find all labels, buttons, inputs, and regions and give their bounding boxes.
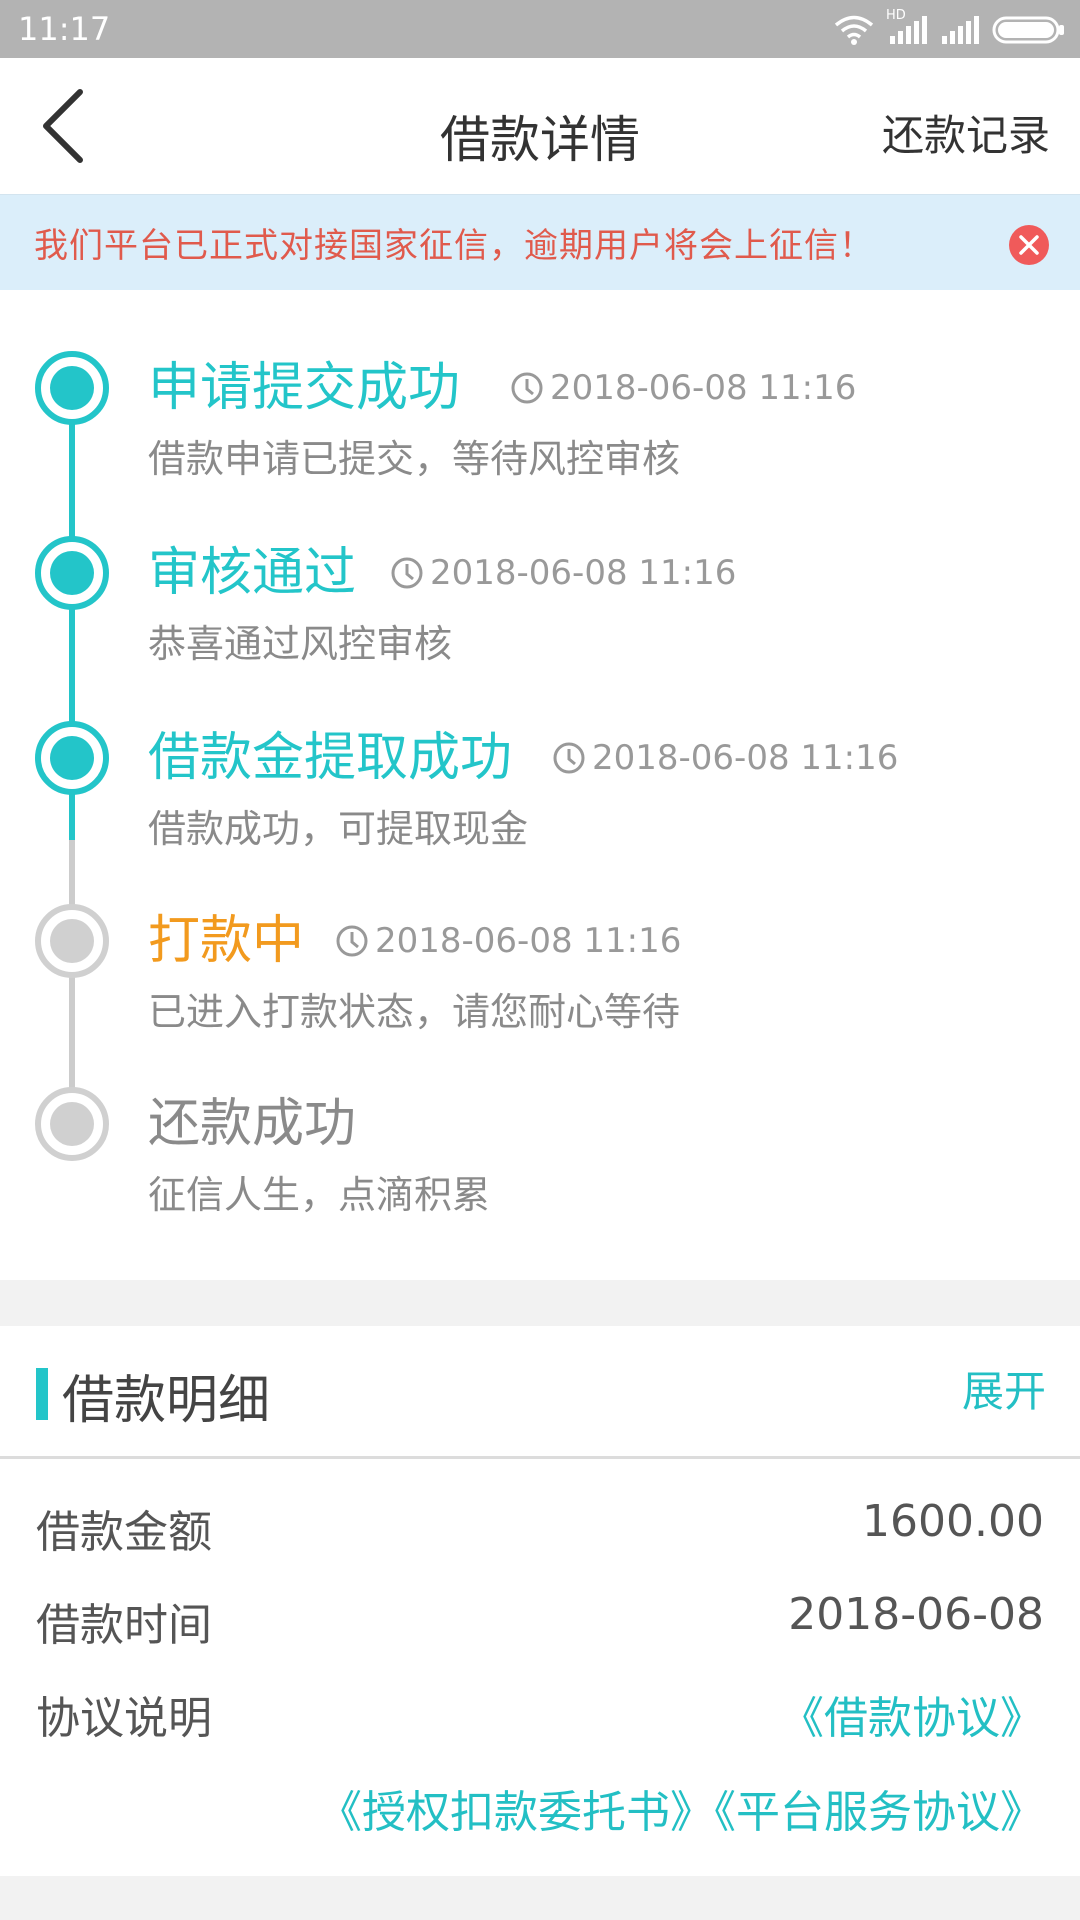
step-desc: 征信人生，点滴积累 [148,1173,491,1217]
clock-icon [511,372,543,404]
signal-hd-icon: HD [886,8,928,46]
step-done-icon [35,351,109,425]
status-time: 11:17 [18,10,111,48]
row-label: 借款时间 [36,1600,212,1651]
step-time-text: 2018-06-08 11:16 [592,738,899,778]
detail-row-time: 借款时间 2018-06-08 [0,1579,1080,1659]
clock-icon [391,557,423,589]
timeline-step-submitted: 申请提交成功 2018-06-08 11:16 借款申请已提交，等待风控审核 [0,350,1080,500]
step-desc: 借款申请已提交，等待风控审核 [148,437,681,481]
step-title: 还款成功 [148,1094,357,1154]
close-icon[interactable] [1008,224,1050,266]
step-time-text: 2018-06-08 11:16 [430,553,737,593]
step-time: 2018-06-08 11:16 [510,368,856,408]
step-done-icon [35,721,109,795]
step-time-text: 2018-06-08 11:16 [375,921,682,961]
step-title: 借款金提取成功 [148,728,513,788]
step-title: 申请提交成功 [148,358,461,418]
timeline-step-approved: 审核通过 2018-06-08 11:16 恭喜通过风控审核 [0,535,1080,685]
detail-row-agreement: 协议说明 《借款协议》 [0,1672,1080,1752]
signal-icon [942,16,979,44]
step-desc: 已进入打款状态，请您耐心等待 [148,990,681,1034]
step-pending-icon [35,904,109,978]
step-time-text: 2018-06-08 11:16 [550,368,857,408]
wifi-icon [834,15,874,45]
section-accent-bar [36,1368,48,1420]
battery-icon [992,16,1064,44]
status-icons: HD [834,8,1066,50]
notice-banner: 我们平台已正式对接国家征信，逾期用户将会上征信！ [0,194,1080,291]
progress-timeline: 申请提交成功 2018-06-08 11:16 借款申请已提交，等待风控审核 审… [0,290,1080,1280]
row-value: 1600.00 [862,1496,1044,1547]
clock-icon [553,742,585,774]
timeline-step-repaid: 还款成功 征信人生，点滴积累 [0,1086,1080,1236]
clock-icon [336,925,368,957]
status-bar: 11:17 HD [0,0,1080,58]
timeline-step-disbursing: 打款中 2018-06-08 11:16 已进入打款状态，请您耐心等待 [0,903,1080,1053]
step-title: 审核通过 [148,543,357,603]
step-done-icon [35,536,109,610]
row-value: 2018-06-08 [788,1589,1044,1640]
row-label: 协议说明 [36,1693,212,1744]
detail-row-amount: 借款金额 1600.00 [0,1486,1080,1566]
step-time: 2018-06-08 11:16 [552,738,898,778]
notice-text: 我们平台已正式对接国家征信，逾期用户将会上征信！ [34,226,874,266]
timeline-step-withdrawn: 借款金提取成功 2018-06-08 11:16 借款成功，可提取现金 [0,720,1080,870]
expand-button[interactable]: 展开 [962,1358,1046,1419]
step-desc: 借款成功，可提取现金 [148,807,529,851]
step-time: 2018-06-08 11:16 [390,553,736,593]
app-bar: 借款详情 还款记录 [0,58,1080,194]
loan-details-header: 借款明细 展开 [0,1326,1080,1459]
loan-agreement-link[interactable]: 《借款协议》 [780,1682,1044,1746]
loan-details-card: 借款明细 展开 借款金额 1600.00 借款时间 2018-06-08 协议说… [0,1326,1080,1876]
row-label: 借款金额 [36,1507,212,1558]
repayment-record-link[interactable]: 还款记录 [882,102,1050,163]
step-desc: 恭喜通过风控审核 [148,622,453,666]
section-title: 借款明细 [62,1371,271,1431]
authorization-service-agreements-link[interactable]: 《授权扣款委托书》《平台服务协议》 [318,1776,1044,1840]
detail-row-extra-links: 《授权扣款委托书》《平台服务协议》 [0,1766,1080,1846]
step-title: 打款中 [148,911,305,971]
step-time: 2018-06-08 11:16 [335,921,681,961]
step-pending-icon [35,1087,109,1161]
